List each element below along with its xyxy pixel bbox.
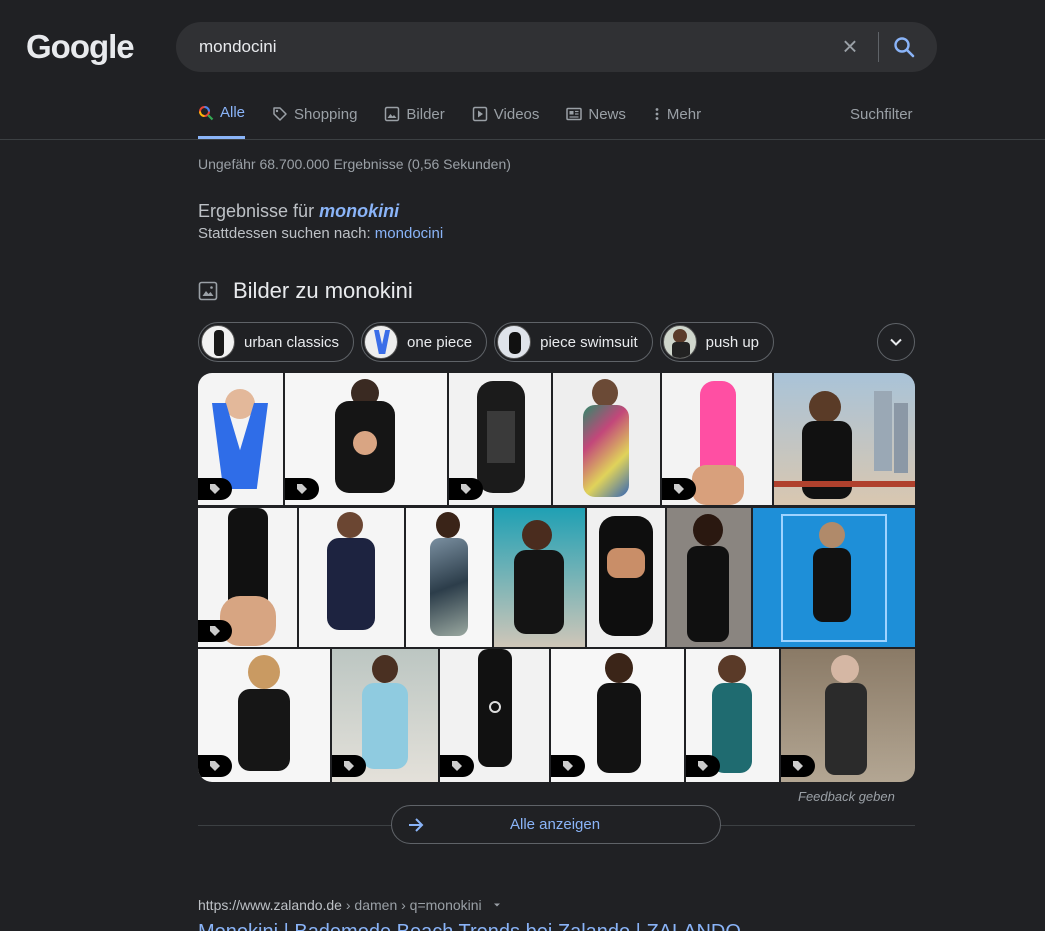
image-result[interactable] [494,508,585,647]
shopping-tag-icon [332,755,366,777]
search-divider [878,32,879,62]
chip-thumbnail [497,325,532,359]
chip-thumbnail [364,325,399,359]
images-section-header: Bilder zu monokini [198,278,413,304]
image-result[interactable] [662,373,772,505]
tab-bilder[interactable]: Bilder [384,100,445,128]
search-tabs: Alle Shopping Bilder Videos News Mehr [198,100,728,140]
shopping-tag-icon [686,755,720,777]
image-result[interactable] [285,373,447,505]
image-icon [385,106,400,122]
chip-thumbnail [662,325,697,359]
search-box[interactable]: × [176,22,937,72]
shopping-tag-icon [198,620,232,642]
image-result[interactable] [774,373,915,505]
image-result[interactable] [406,508,492,647]
image-result[interactable] [198,373,283,505]
image-result[interactable] [553,373,660,505]
image-result[interactable] [332,649,438,782]
tab-shopping[interactable]: Shopping [272,100,357,128]
shopping-tag-icon [781,755,815,777]
shopping-tag-icon [449,478,483,500]
image-result[interactable] [587,508,665,647]
chip-one-piece[interactable]: one piece [361,322,488,362]
tag-icon [273,107,287,121]
image-result[interactable] [551,649,684,782]
spelling-correction: Ergebnisse für monokini [198,201,400,221]
chip-push-up[interactable]: push up [659,322,775,362]
image-result[interactable] [299,508,404,647]
shopping-tag-icon [551,755,585,777]
result-title-link[interactable]: Monokini | Bademode Beach Trends bei Zal… [198,921,741,931]
tab-news[interactable]: News [566,100,626,128]
chip-thumbnail [201,325,235,359]
tab-alle[interactable]: Alle [198,100,246,139]
result-url[interactable]: https://www.zalando.de › damen › q=monok… [198,897,502,913]
chip-piece-swimsuit[interactable]: piece swimsuit [494,322,653,362]
shopping-tag-icon [285,478,319,500]
multicolor-search-icon [199,105,214,120]
shopping-tag-icon [662,478,696,500]
image-icon [198,281,218,301]
chip-urban-classics[interactable]: urban classics [198,322,355,362]
image-result[interactable] [198,649,330,782]
shopping-tag-icon [198,755,232,777]
play-icon [472,106,488,122]
shopping-tag-icon [440,755,474,777]
header-divider [0,139,1045,140]
search-input[interactable] [199,37,819,57]
original-query-suggestion: Stattdessen suchen nach: mondocini [198,225,444,242]
tab-mehr[interactable]: Mehr [653,100,701,128]
clear-search-icon[interactable]: × [838,33,862,59]
chevron-down-icon [890,338,902,346]
corrected-query-link[interactable]: monokini [319,201,399,221]
image-result[interactable] [753,508,915,647]
image-refinement-chips: urban classics one piece piece swimsuit … [198,322,775,362]
google-logo[interactable]: Google [26,28,135,66]
arrow-right-icon [409,817,424,832]
image-result[interactable] [198,508,297,647]
image-result[interactable] [449,373,551,505]
image-result[interactable] [781,649,915,782]
expand-chips-button[interactable] [877,323,915,361]
image-results-grid [198,373,915,782]
more-vert-icon [655,108,659,120]
image-result[interactable] [440,649,549,782]
image-result[interactable] [667,508,751,647]
shopping-tag-icon [198,478,232,500]
image-result[interactable] [686,649,779,782]
news-icon [566,107,583,121]
dropdown-arrow-icon[interactable] [492,900,502,910]
original-query-link[interactable]: mondocini [375,225,443,242]
tab-videos[interactable]: Videos [472,100,539,128]
show-all-images-button[interactable]: Alle anzeigen [391,805,721,844]
images-section-title: Bilder zu monokini [233,278,413,303]
search-icon[interactable] [892,35,916,59]
search-filter-button[interactable]: Suchfilter [850,106,913,123]
result-stats: Ungefähr 68.700.000 Ergebnisse (0,56 Sek… [198,156,511,172]
feedback-link[interactable]: Feedback geben [798,789,895,804]
